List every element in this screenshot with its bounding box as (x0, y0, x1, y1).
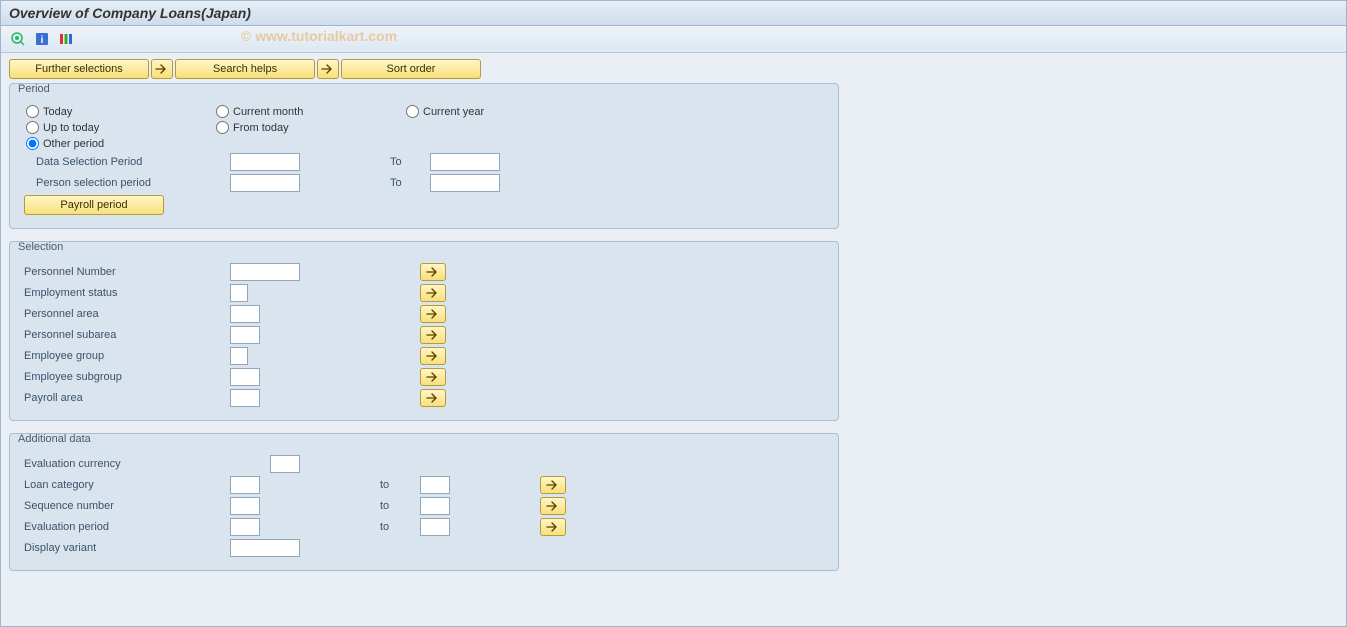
further-selections-button[interactable]: Further selections (9, 59, 149, 79)
radio-other-period[interactable] (26, 137, 39, 150)
search-helps-button[interactable]: Search helps (175, 59, 315, 79)
employee-subgroup-range-button[interactable] (420, 368, 446, 386)
watermark-text: © www.tutorialkart.com (241, 28, 397, 44)
sequence-number-range-button[interactable] (540, 497, 566, 515)
data-selection-period-label: Data Selection Period (20, 156, 230, 168)
additional-data-group: Additional data Evaluation currency Loan… (9, 433, 839, 571)
info-icon[interactable]: i (33, 30, 51, 48)
sequence-number-to[interactable] (420, 497, 450, 515)
personnel-area-range-button[interactable] (420, 305, 446, 323)
radio-up-to-today-label: Up to today (43, 122, 99, 134)
sequence-number-from[interactable] (230, 497, 260, 515)
personnel-number-input[interactable] (230, 263, 300, 281)
payroll-period-button[interactable]: Payroll period (24, 195, 164, 215)
employee-subgroup-label: Employee subgroup (20, 371, 230, 383)
selection-button-bar: Further selections Search helps Sort ord… (9, 59, 1338, 79)
execute-icon[interactable] (9, 30, 27, 48)
person-selection-period-label: Person selection period (20, 177, 230, 189)
sequence-number-label: Sequence number (20, 500, 230, 512)
personnel-area-label: Personnel area (20, 308, 230, 320)
radio-from-today-label: From today (233, 122, 289, 134)
employment-status-range-button[interactable] (420, 284, 446, 302)
employment-status-label: Employment status (20, 287, 230, 299)
radio-today-label: Today (43, 106, 72, 118)
employee-group-input[interactable] (230, 347, 248, 365)
to-label: To (390, 156, 414, 168)
data-selection-period-from[interactable] (230, 153, 300, 171)
additional-data-legend: Additional data (16, 433, 844, 445)
sort-order-arrow-icon[interactable] (317, 59, 339, 79)
payroll-area-input[interactable] (230, 389, 260, 407)
evaluation-currency-label: Evaluation currency (20, 458, 270, 470)
personnel-area-input[interactable] (230, 305, 260, 323)
payroll-area-label: Payroll area (20, 392, 230, 404)
search-helps-arrow-icon[interactable] (151, 59, 173, 79)
to-label-lc: to (380, 479, 404, 491)
variant-icon[interactable] (57, 30, 75, 48)
personnel-number-range-button[interactable] (420, 263, 446, 281)
loan-category-label: Loan category (20, 479, 230, 491)
radio-other-period-label: Other period (43, 138, 104, 150)
display-variant-input[interactable] (230, 539, 300, 557)
radio-current-year[interactable] (406, 105, 419, 118)
personnel-subarea-label: Personnel subarea (20, 329, 230, 341)
person-selection-period-from[interactable] (230, 174, 300, 192)
radio-current-month-label: Current month (233, 106, 303, 118)
payroll-area-range-button[interactable] (420, 389, 446, 407)
evaluation-period-from[interactable] (230, 518, 260, 536)
period-group: Period Today Current month Current year … (9, 83, 839, 229)
evaluation-period-range-button[interactable] (540, 518, 566, 536)
to-label-2: To (390, 177, 414, 189)
personnel-subarea-range-button[interactable] (420, 326, 446, 344)
radio-from-today[interactable] (216, 121, 229, 134)
person-selection-period-to[interactable] (430, 174, 500, 192)
display-variant-label: Display variant (20, 542, 230, 554)
to-label-sn: to (380, 500, 404, 512)
radio-current-year-label: Current year (423, 106, 484, 118)
data-selection-period-to[interactable] (430, 153, 500, 171)
employee-subgroup-input[interactable] (230, 368, 260, 386)
sort-order-button[interactable]: Sort order (341, 59, 481, 79)
selection-legend: Selection (16, 241, 844, 253)
page-title: Overview of Company Loans(Japan) (1, 1, 1346, 26)
app-window: Overview of Company Loans(Japan) i © www… (0, 0, 1347, 627)
employee-group-label: Employee group (20, 350, 230, 362)
radio-today[interactable] (26, 105, 39, 118)
loan-category-from[interactable] (230, 476, 260, 494)
loan-category-range-button[interactable] (540, 476, 566, 494)
evaluation-currency-input[interactable] (270, 455, 300, 473)
employment-status-input[interactable] (230, 284, 248, 302)
svg-text:i: i (41, 35, 44, 46)
radio-current-month[interactable] (216, 105, 229, 118)
app-toolbar: i © www.tutorialkart.com (1, 26, 1346, 53)
personnel-number-label: Personnel Number (20, 266, 230, 278)
period-legend: Period (16, 83, 844, 95)
employee-group-range-button[interactable] (420, 347, 446, 365)
to-label-ep: to (380, 521, 404, 533)
personnel-subarea-input[interactable] (230, 326, 260, 344)
selection-group: Selection Personnel Number Employment st… (9, 241, 839, 421)
evaluation-period-label: Evaluation period (20, 521, 230, 533)
loan-category-to[interactable] (420, 476, 450, 494)
content-area: Further selections Search helps Sort ord… (1, 53, 1346, 626)
radio-up-to-today[interactable] (26, 121, 39, 134)
evaluation-period-to[interactable] (420, 518, 450, 536)
